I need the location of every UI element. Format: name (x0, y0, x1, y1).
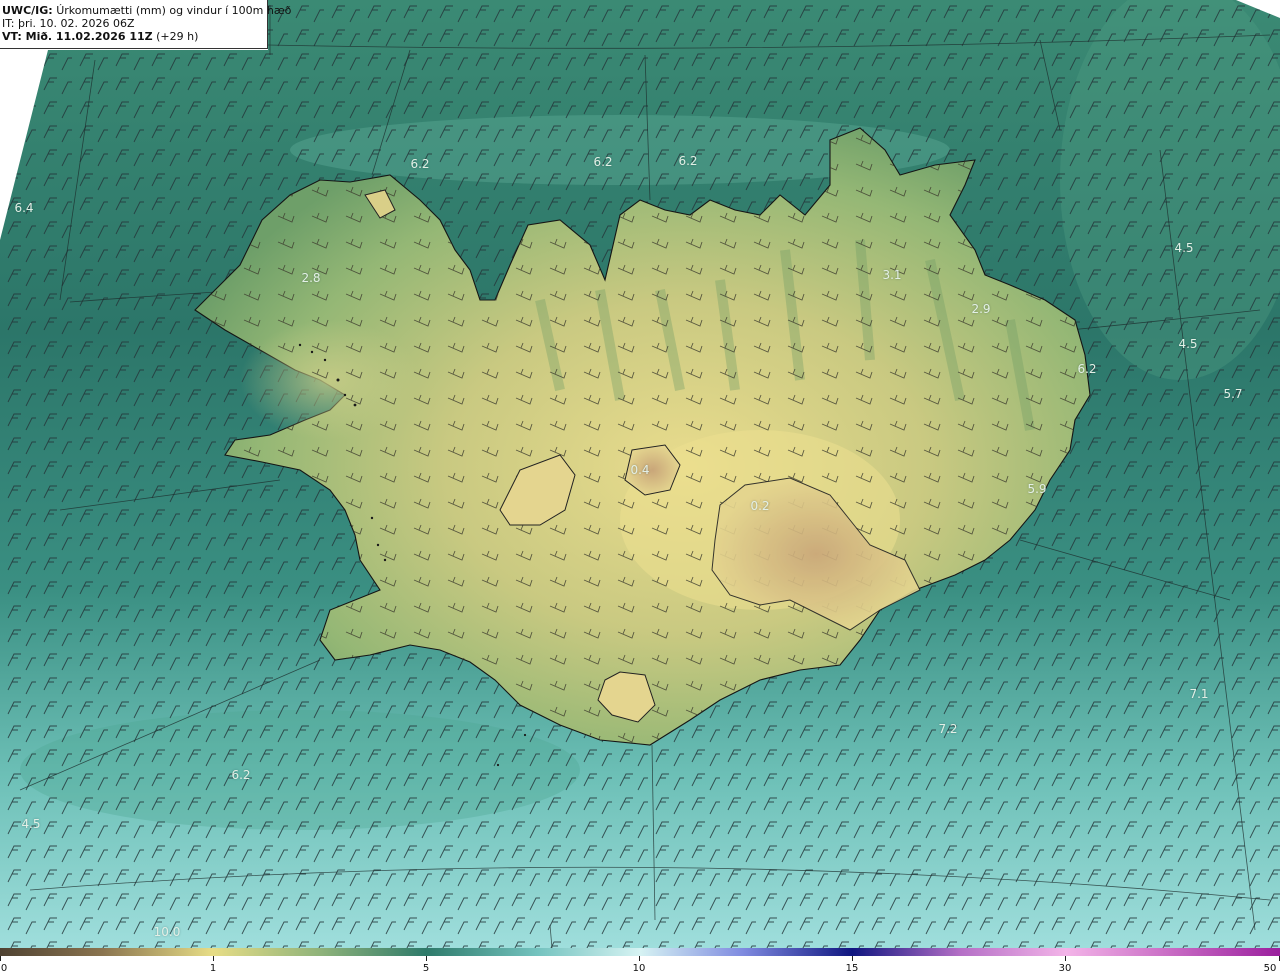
value-label: 5.9 (1027, 482, 1047, 496)
value-label: 2.9 (971, 302, 991, 316)
scale-tick (213, 956, 214, 961)
scale-label: 15 (845, 963, 859, 974)
product-code: UWC/IG: (2, 4, 53, 17)
value-label: 0.4 (630, 463, 650, 477)
value-label: 7.2 (938, 722, 958, 736)
value-label: 2.8 (301, 271, 321, 285)
value-label: 4.5 (21, 817, 41, 831)
map-title: Úrkomumætti (mm) og vindur í 100m hæð (56, 4, 292, 17)
value-label: 4.5 (1178, 337, 1198, 351)
value-label: 6.2 (1077, 362, 1097, 376)
scale-tick (0, 956, 1, 961)
value-label: 6.2 (593, 155, 613, 169)
valid-time: VT: Mið. 11.02.2026 11Z (2, 30, 153, 43)
value-label: 6.2 (231, 768, 251, 782)
value-label: 3.1 (882, 268, 902, 282)
valid-time-row: VT: Mið. 11.02.2026 11Z (+29 h) (2, 30, 267, 43)
lead-time: (+29 h) (156, 30, 199, 43)
scale-label: 1 (209, 963, 217, 974)
value-label: 5.7 (1223, 387, 1243, 401)
issue-time: IT: þri. 10. 02. 2026 06Z (2, 17, 135, 30)
scale-label: 50 (1263, 963, 1277, 974)
scale-label: 0 (0, 963, 8, 974)
value-label: 4.5 (1174, 241, 1194, 255)
forecast-map[interactable]: 6.2 6.2 6.2 6.4 2.8 3.1 2.9 4.5 4.5 6.2 … (0, 0, 1280, 978)
scale-tick (1065, 956, 1066, 961)
scale-label: 5 (422, 963, 430, 974)
color-scale-bar (0, 948, 1280, 956)
value-label: 10.0 (153, 925, 181, 939)
scale-label: 30 (1058, 963, 1072, 974)
value-label: 0.2 (750, 499, 770, 513)
value-label: 6.2 (410, 157, 430, 171)
value-label: 6.4 (14, 201, 34, 215)
map-info-box: UWC/IG: Úrkomumætti (mm) og vindur í 100… (0, 0, 291, 49)
color-scale: 0 1 5 10 15 30 50 (0, 948, 1280, 978)
scale-tick (639, 956, 640, 961)
value-label: 6.2 (678, 154, 698, 168)
scale-tick (426, 956, 427, 961)
scale-label: 10 (632, 963, 646, 974)
scale-tick (852, 956, 853, 961)
title-row: UWC/IG: Úrkomumætti (mm) og vindur í 100… (2, 4, 291, 17)
value-label: 7.1 (1189, 687, 1209, 701)
